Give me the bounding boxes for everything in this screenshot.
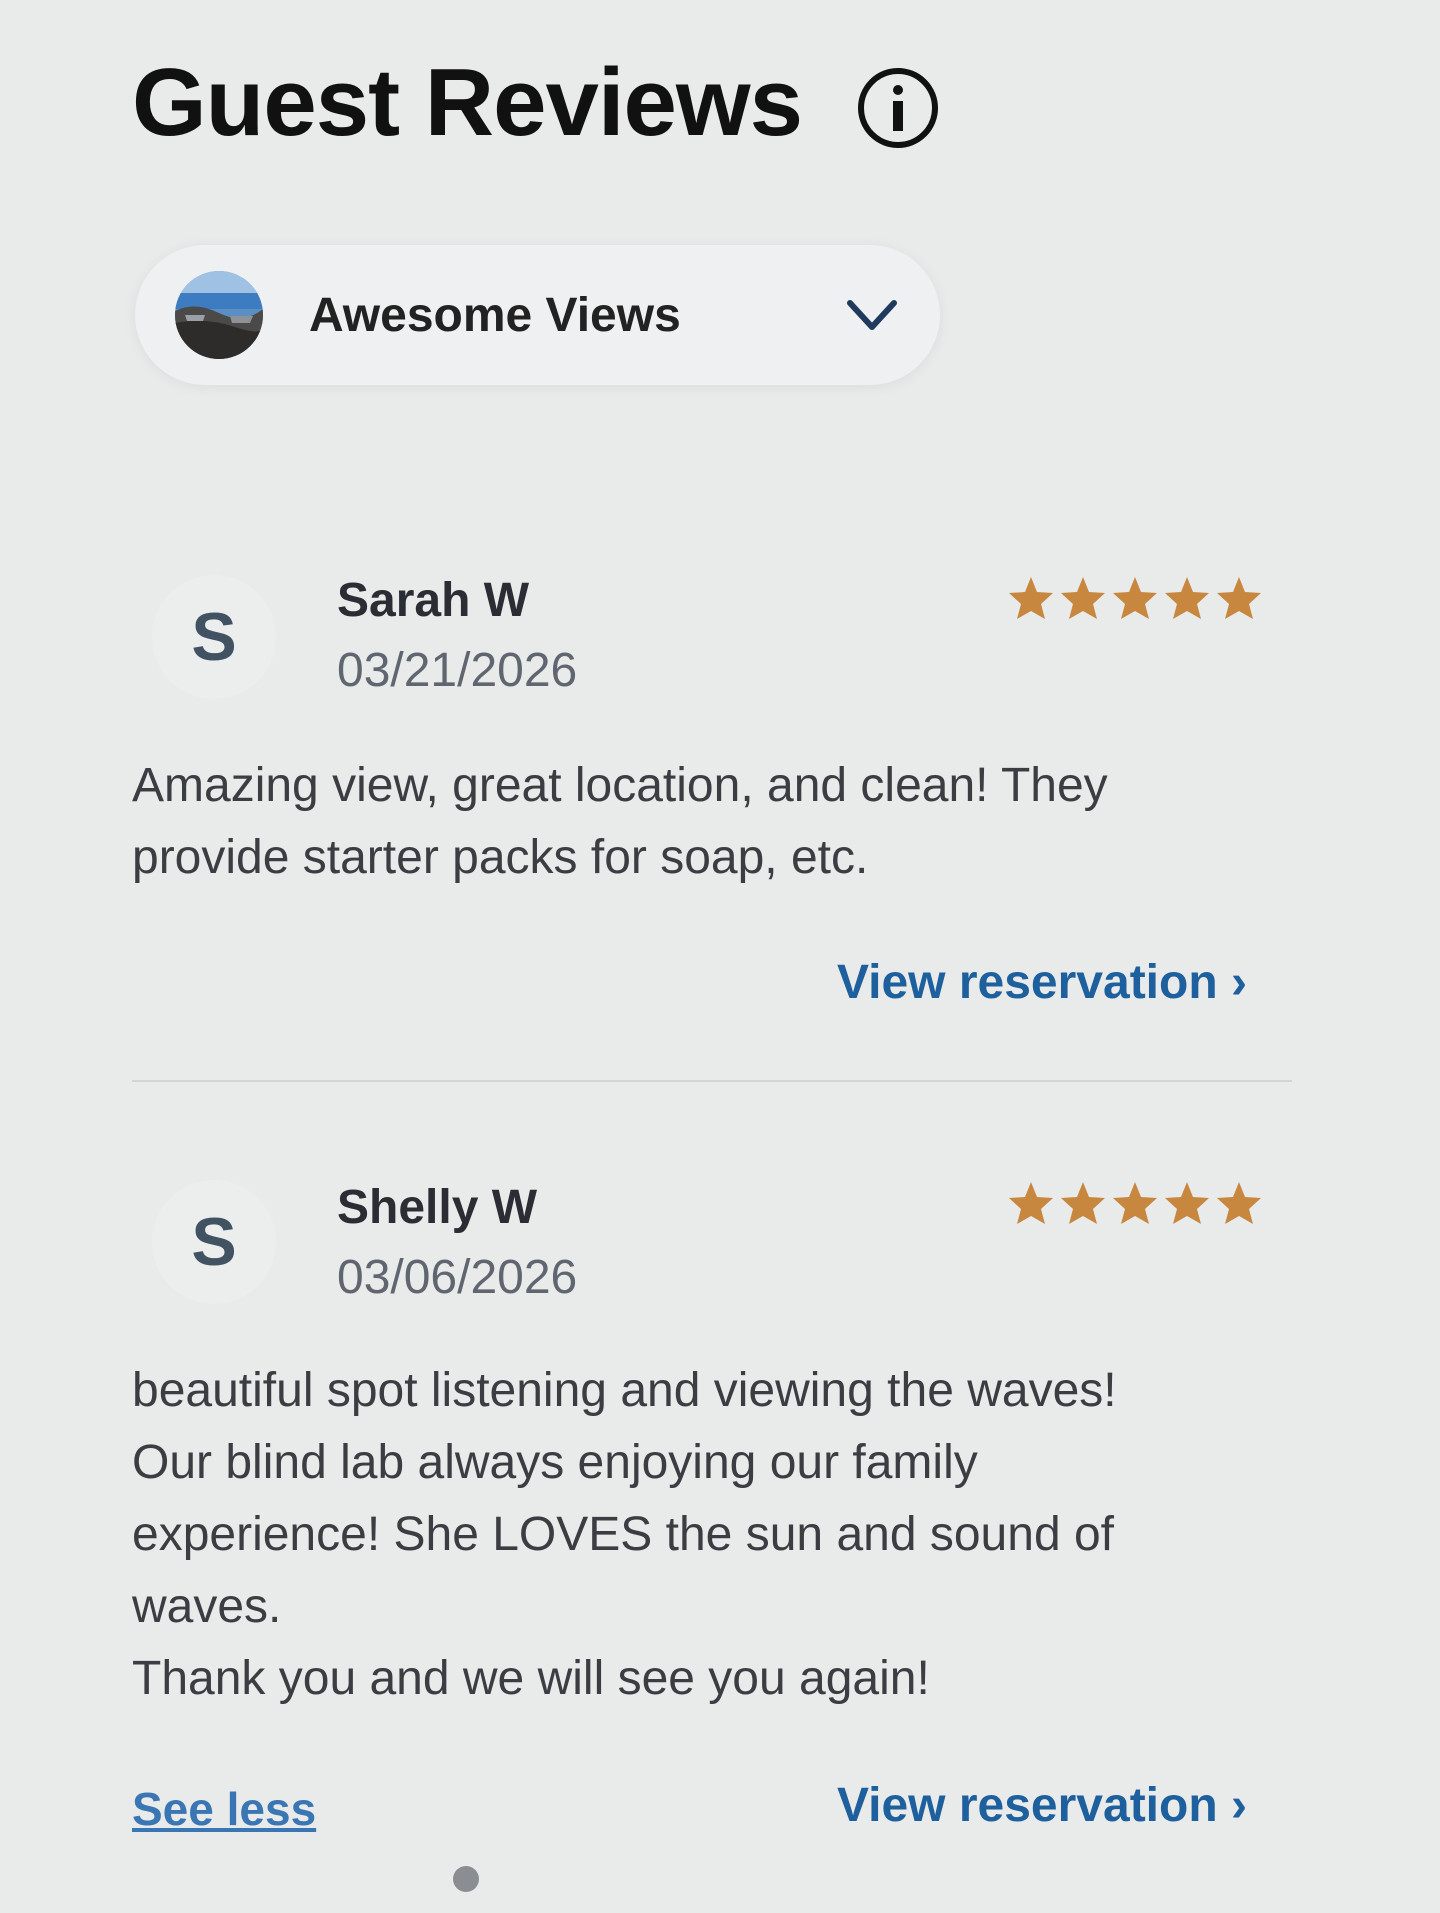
review-date: 03/21/2026: [337, 644, 578, 697]
star-icon: [1009, 1182, 1053, 1224]
filter-label: Awesome Views: [309, 288, 681, 342]
info-icon[interactable]: [857, 68, 938, 148]
star-icon: [1113, 577, 1157, 619]
reviewer-name: Shelly W: [337, 1181, 538, 1234]
star-icon: [1061, 1182, 1105, 1224]
star-icon: [1113, 1182, 1157, 1224]
awesome-views-thumbnail: [175, 271, 263, 359]
view-reservation-link[interactable]: View reservation ›: [837, 955, 1247, 1010]
review-line: waves.: [132, 1580, 282, 1633]
star-icon: [1061, 577, 1105, 619]
see-less-link[interactable]: See less: [132, 1782, 316, 1836]
guest-reviews-page: Guest Reviews Awesome Views S Sarah W 03…: [0, 0, 1440, 1913]
star-icon: [1217, 1182, 1261, 1224]
star-rating: [1007, 575, 1263, 621]
reviewer-avatar: S: [152, 1180, 276, 1304]
review-line: Our blind lab always enjoying our family: [132, 1436, 978, 1489]
chevron-down-icon: [847, 300, 897, 330]
review-line: beautiful spot listening and viewing the…: [132, 1364, 1117, 1417]
review-line: Amazing view, great location, and clean!…: [132, 759, 1108, 812]
star-rating: [1007, 1180, 1263, 1226]
review-line: experience! She LOVES the sun and sound …: [132, 1508, 1115, 1561]
star-icon: [1217, 577, 1261, 619]
review-text: beautiful spot listening and viewing the…: [132, 1355, 1232, 1715]
star-icon: [1009, 577, 1053, 619]
page-title: Guest Reviews: [132, 49, 803, 156]
view-reservation-link[interactable]: View reservation ›: [837, 1778, 1247, 1833]
info-glyph: [892, 85, 903, 131]
review-line: Thank you and we will see you again!: [132, 1652, 930, 1705]
review-category-dropdown[interactable]: Awesome Views: [135, 245, 940, 385]
star-icon: [1165, 1182, 1209, 1224]
scroll-indicator: [453, 1866, 479, 1892]
star-icon: [1165, 577, 1209, 619]
reviewer-name: Sarah W: [337, 574, 530, 627]
header: Guest Reviews: [132, 55, 938, 151]
review-text: Amazing view, great location, and clean!…: [132, 750, 1232, 894]
reviewer-avatar: S: [152, 575, 276, 699]
review-divider: [132, 1080, 1292, 1082]
review-line: provide starter packs for soap, etc.: [132, 831, 869, 884]
review-date: 03/06/2026: [337, 1251, 578, 1304]
